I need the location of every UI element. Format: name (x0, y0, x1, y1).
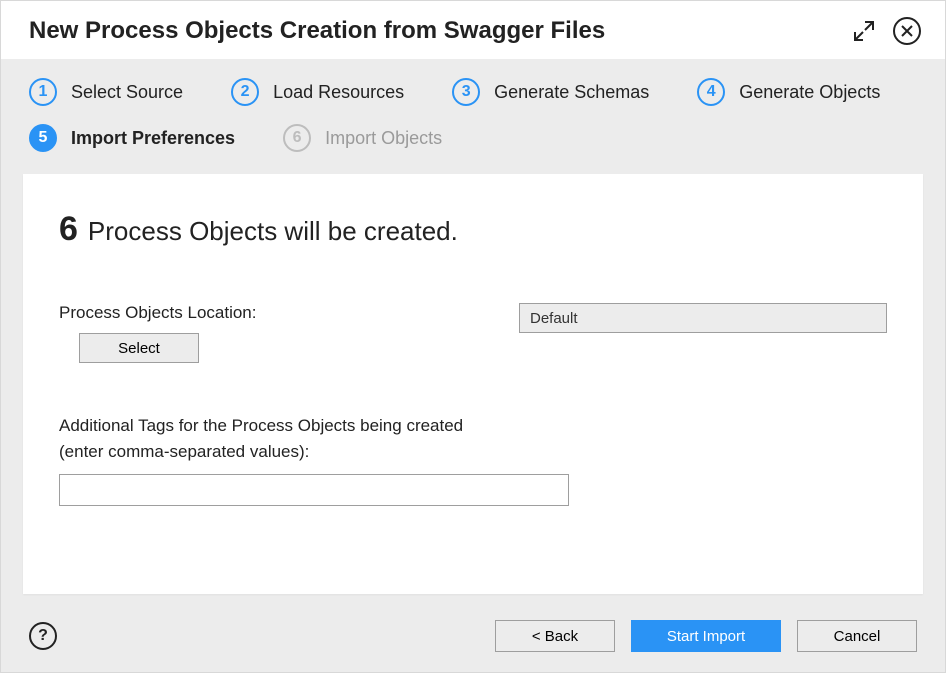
step-generate-schemas[interactable]: 3 Generate Schemas (452, 78, 649, 106)
expand-icon[interactable] (853, 20, 875, 42)
step-label: Load Resources (273, 82, 404, 103)
step-number: 6 (283, 124, 311, 152)
dialog-body: 1 Select Source 2 Load Resources 3 Gener… (1, 60, 945, 672)
back-button[interactable]: < Back (495, 620, 615, 652)
step-number: 5 (29, 124, 57, 152)
footer: ? < Back Start Import Cancel (5, 606, 941, 672)
summary-text: Process Objects will be created. (88, 216, 458, 247)
step-label: Generate Schemas (494, 82, 649, 103)
step-select-source[interactable]: 1 Select Source (29, 78, 183, 106)
tags-input[interactable] (59, 474, 569, 506)
step-load-resources[interactable]: 2 Load Resources (231, 78, 404, 106)
dialog-title: New Process Objects Creation from Swagge… (29, 17, 853, 45)
step-label: Generate Objects (739, 82, 880, 103)
step-label: Select Source (71, 82, 183, 103)
step-label: Import Objects (325, 128, 442, 149)
wizard-steps: 1 Select Source 2 Load Resources 3 Gener… (5, 60, 941, 164)
close-button[interactable] (893, 17, 921, 45)
tags-label: Additional Tags for the Process Objects … (59, 413, 887, 464)
select-location-button[interactable]: Select (79, 333, 199, 363)
start-import-button[interactable]: Start Import (631, 620, 781, 652)
tags-label-line1: Additional Tags for the Process Objects … (59, 416, 463, 435)
titlebar: New Process Objects Creation from Swagge… (1, 1, 945, 60)
content-panel: 6 Process Objects will be created. Proce… (23, 174, 923, 594)
dialog-new-process-objects: New Process Objects Creation from Swagge… (0, 0, 946, 673)
location-row: Process Objects Location: Select Default (59, 303, 887, 363)
step-import-preferences[interactable]: 5 Import Preferences (29, 124, 235, 152)
summary-heading: 6 Process Objects will be created. (59, 210, 887, 249)
cancel-button[interactable]: Cancel (797, 620, 917, 652)
tags-label-line2: (enter comma-separated values): (59, 442, 309, 461)
step-number: 4 (697, 78, 725, 106)
step-number: 1 (29, 78, 57, 106)
step-generate-objects[interactable]: 4 Generate Objects (697, 78, 880, 106)
location-value-text: Default (530, 310, 578, 327)
help-icon: ? (38, 627, 48, 645)
location-label: Process Objects Location: (59, 303, 519, 323)
help-button[interactable]: ? (29, 622, 57, 650)
step-import-objects: 6 Import Objects (283, 124, 442, 152)
step-number: 3 (452, 78, 480, 106)
tags-section: Additional Tags for the Process Objects … (59, 413, 887, 506)
location-left: Process Objects Location: Select (59, 303, 519, 363)
object-count: 6 (59, 210, 78, 249)
location-value: Default (519, 303, 887, 333)
step-number: 2 (231, 78, 259, 106)
step-label: Import Preferences (71, 128, 235, 149)
